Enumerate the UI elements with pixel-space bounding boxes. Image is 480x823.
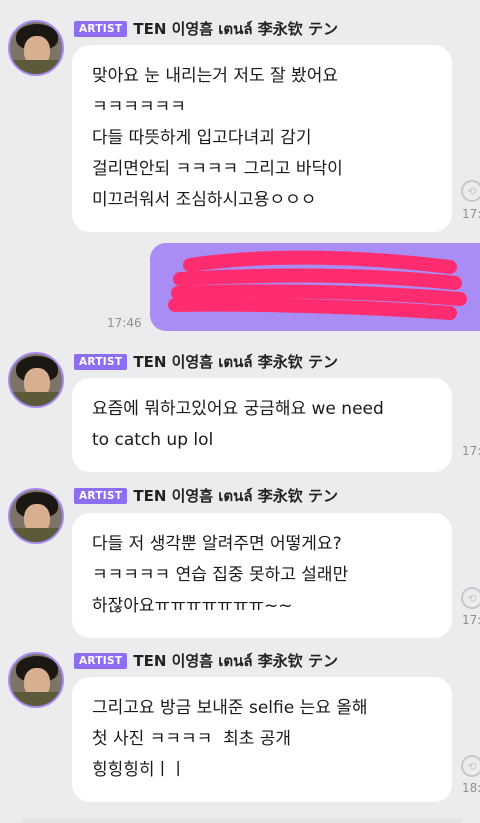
avatar[interactable] — [8, 352, 64, 408]
avatar[interactable] — [8, 488, 64, 544]
input-bar-edge — [22, 818, 462, 823]
my-message-time: 17:46 — [107, 316, 142, 330]
reply-icon[interactable]: ⟲ — [461, 180, 480, 202]
artist-badge: ARTIST — [74, 21, 128, 37]
my-message-bubble[interactable] — [150, 243, 480, 331]
reply-icon[interactable]: ⟲ — [461, 587, 480, 609]
artist-badge: ARTIST — [74, 653, 128, 669]
message-bubble[interactable]: 다들 저 생각뿐 알려주면 어떻게요? ㅋㅋㅋㅋㅋ 연습 집중 못하고 설래만 … — [72, 513, 452, 638]
avatar[interactable] — [8, 20, 64, 76]
sender-name: TEN 이영흠 เตนล์ 李永钦 テン — [133, 487, 338, 505]
sender-row: ARTIST TEN 이영흠 เตนล์ 李永钦 テン — [74, 651, 338, 671]
message-time: 17: — [462, 613, 480, 627]
artist-badge: ARTIST — [74, 354, 128, 370]
message-bubble[interactable]: 그리고요 방금 보내준 selfie 는요 올해 첫 사진 ㅋㅋㅋㅋ 최초 공개… — [72, 677, 452, 802]
sender-name: TEN 이영흠 เตนล์ 李永钦 テン — [133, 353, 338, 371]
sender-row: ARTIST TEN 이영흠 เตนล์ 李永钦 テン — [74, 352, 338, 372]
message-bubble[interactable]: 요즘에 뭐하고있어요 궁금해요 we need to catch up lol — [72, 378, 452, 472]
artist-badge: ARTIST — [74, 488, 128, 504]
message-text: 맞아요 눈 내리는거 저도 잘 봤어요 ㅋㅋㅋㅋㅋㅋ 다들 따뜻하게 입고다녀괴… — [92, 66, 343, 210]
message-time: 18: — [462, 781, 480, 795]
sender-name: TEN 이영흠 เตนล์ 李永钦 テン — [133, 652, 338, 670]
redaction-scribble — [168, 250, 467, 320]
sender-row: ARTIST TEN 이영흠 เตนล์ 李永钦 テン — [74, 19, 338, 39]
message-text: 그리고요 방금 보내준 selfie 는요 올해 첫 사진 ㅋㅋㅋㅋ 최초 공개… — [92, 698, 368, 780]
message-text: 요즘에 뭐하고있어요 궁금해요 we need to catch up lol — [92, 399, 384, 450]
message-time: 17: — [462, 207, 480, 221]
message-time: 17: — [462, 444, 480, 458]
avatar[interactable] — [8, 652, 64, 708]
message-bubble[interactable]: 맞아요 눈 내리는거 저도 잘 봤어요 ㅋㅋㅋㅋㅋㅋ 다들 따뜻하게 입고다녀괴… — [72, 45, 452, 232]
reply-icon[interactable]: ⟲ — [461, 755, 480, 777]
message-text: 다들 저 생각뿐 알려주면 어떻게요? ㅋㅋㅋㅋㅋ 연습 집중 못하고 설래만 … — [92, 534, 349, 616]
sender-name: TEN 이영흠 เตนล์ 李永钦 テン — [133, 20, 338, 38]
sender-row: ARTIST TEN 이영흠 เตนล์ 李永钦 テン — [74, 486, 338, 506]
